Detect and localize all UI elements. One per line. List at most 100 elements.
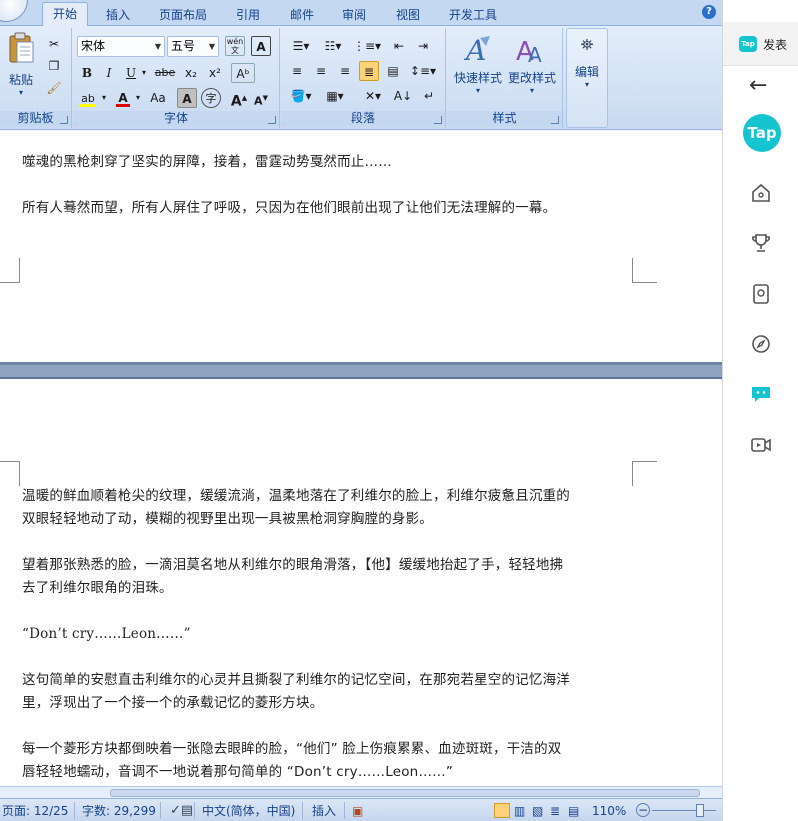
- bullets-icon[interactable]: ☰▾: [287, 36, 315, 56]
- decrease-indent-icon[interactable]: ⇤: [389, 36, 409, 56]
- strikethrough-button[interactable]: abe: [153, 63, 177, 83]
- page-separator: [0, 362, 722, 379]
- font-group: 宋体 ▼ 五号 ▼ wén 文 A B I U ▾ abe x₂ x² Aᵇ ab ▾…: [73, 28, 280, 128]
- align-left-icon[interactable]: ≡: [287, 61, 307, 81]
- change-styles-button[interactable]: A A 更改样式 ▾: [505, 34, 559, 104]
- video-icon[interactable]: [749, 433, 773, 457]
- trophy-icon[interactable]: [749, 231, 773, 255]
- print-layout-icon[interactable]: [494, 803, 510, 818]
- phonetic-guide-button[interactable]: wén 文: [225, 36, 245, 56]
- paragraph-line: 双眼轻轻地动了动，模糊的视野里出现一具被黑枪洞穿胸膛的身影。: [22, 511, 433, 527]
- tab-mailings[interactable]: 邮件: [280, 6, 324, 26]
- web-layout-icon[interactable]: ▧: [532, 803, 543, 819]
- dialog-launcher-icon[interactable]: [268, 116, 276, 124]
- align-right-icon[interactable]: ≡: [335, 61, 355, 81]
- help-icon[interactable]: ?: [702, 5, 716, 19]
- clipboard-icon: [9, 32, 34, 63]
- multilevel-list-icon[interactable]: ⋮≡▾: [353, 36, 381, 56]
- tab-insert[interactable]: 插入: [96, 6, 140, 26]
- taptap-tab[interactable]: Tap 发表: [723, 22, 798, 66]
- editing-group: ⛯ 编辑 ▾: [566, 28, 608, 128]
- format-painter-icon[interactable]: 🖌: [44, 78, 64, 98]
- chinese-layout-icon[interactable]: ✕▾: [359, 86, 387, 106]
- underline-button[interactable]: U: [121, 63, 141, 83]
- sort-icon[interactable]: A↓: [393, 86, 413, 106]
- distributed-icon[interactable]: ▤: [383, 61, 403, 81]
- chevron-down-icon: ▼: [208, 42, 215, 51]
- paste-button[interactable]: 粘贴 ▾: [4, 32, 38, 104]
- zoom-out-icon[interactable]: −: [636, 803, 650, 817]
- subscript-button[interactable]: x₂: [181, 63, 201, 83]
- language-indicator[interactable]: 中文(简体，中国): [202, 803, 295, 819]
- page-corner-mark: [0, 461, 20, 486]
- change-styles-icon: A A: [516, 37, 542, 67]
- line-spacing-icon[interactable]: ↕≡▾: [409, 61, 437, 81]
- document-area[interactable]: 噬魂的黑枪刺穿了坚实的屏障，接着，雷霆动势戛然而止…… 所有人蓦然而望，所有人屏…: [0, 131, 722, 786]
- office-button[interactable]: [0, 0, 28, 22]
- tab-view[interactable]: 视图: [386, 6, 430, 26]
- horizontal-scrollbar[interactable]: [0, 786, 722, 798]
- home-icon[interactable]: [749, 181, 773, 205]
- show-marks-icon[interactable]: ↵: [419, 86, 439, 106]
- reading-layout-icon[interactable]: ▥: [514, 803, 525, 819]
- editing-button[interactable]: ⛯ 编辑 ▾: [569, 35, 605, 105]
- proofing-icon[interactable]: ✓▤: [170, 803, 193, 819]
- borders-icon[interactable]: ▦▾: [321, 86, 349, 106]
- font-name-select[interactable]: 宋体 ▼: [77, 36, 165, 57]
- paragraph-group-label: 段落: [281, 111, 445, 126]
- insert-mode[interactable]: 插入: [312, 803, 336, 819]
- font-size-select[interactable]: 五号 ▼: [167, 36, 219, 57]
- align-center-icon[interactable]: ≡: [311, 61, 331, 81]
- tab-home[interactable]: 开始: [42, 2, 88, 27]
- chevron-down-icon[interactable]: ▾: [99, 88, 109, 108]
- zoom-level[interactable]: 110%: [592, 803, 626, 819]
- scrollbar-thumb[interactable]: [110, 789, 700, 797]
- numbering-icon[interactable]: ☷▾: [319, 36, 347, 56]
- bookmark-icon[interactable]: [749, 282, 773, 306]
- tab-references[interactable]: 引用: [226, 6, 270, 26]
- chevron-down-icon[interactable]: ▾: [133, 88, 143, 108]
- bold-button[interactable]: B: [77, 63, 97, 83]
- chat-icon[interactable]: [749, 382, 773, 406]
- zoom-slider-track[interactable]: [652, 810, 716, 811]
- shrink-font-button[interactable]: A▼: [251, 88, 271, 108]
- superscript-button[interactable]: x²: [205, 63, 225, 83]
- justify-icon[interactable]: ≣: [359, 61, 379, 81]
- shading-icon[interactable]: 🪣▾: [287, 86, 315, 106]
- draft-icon[interactable]: ▤: [568, 803, 579, 819]
- copy-icon[interactable]: ❐: [44, 56, 64, 76]
- back-arrow-icon[interactable]: ←: [749, 75, 773, 100]
- tab-page-layout[interactable]: 页面布局: [150, 6, 216, 26]
- compass-icon[interactable]: [749, 332, 773, 356]
- character-shading-button[interactable]: A: [177, 88, 197, 108]
- highlight-icon[interactable]: ab: [77, 88, 99, 108]
- change-case-button[interactable]: Aa: [145, 88, 171, 108]
- paragraph-line: “Don’t cry……Leon……”: [22, 626, 191, 642]
- quick-styles-button[interactable]: A 快速样式 ▾: [451, 34, 505, 104]
- cut-icon[interactable]: ✂: [44, 34, 64, 54]
- grow-font-button[interactable]: A▲: [229, 88, 249, 110]
- page-corner-mark: [632, 461, 657, 486]
- taptap-logo[interactable]: Tap: [743, 114, 781, 152]
- outline-icon[interactable]: ≣: [550, 803, 560, 819]
- page-count[interactable]: 页面: 12/25: [2, 803, 68, 819]
- dialog-launcher-icon[interactable]: [60, 116, 68, 124]
- macro-record-icon[interactable]: ▣: [352, 803, 363, 819]
- styles-group: A 快速样式 ▾ A A 更改样式 ▾ 样式: [447, 28, 563, 128]
- page-corner-mark: [632, 258, 657, 283]
- font-color-icon[interactable]: A: [113, 88, 133, 108]
- font-size-value: 五号: [171, 39, 196, 53]
- clear-formatting-icon[interactable]: Aᵇ: [231, 63, 255, 83]
- chevron-down-icon[interactable]: ▾: [139, 63, 149, 83]
- tab-review[interactable]: 审阅: [332, 6, 376, 26]
- italic-button[interactable]: I: [99, 63, 119, 83]
- increase-indent-icon[interactable]: ⇥: [413, 36, 433, 56]
- zoom-slider-thumb[interactable]: [696, 804, 704, 817]
- dialog-launcher-icon[interactable]: [551, 116, 559, 124]
- chevron-down-icon: ▼: [154, 42, 161, 51]
- tab-developer[interactable]: 开发工具: [440, 6, 506, 26]
- word-count[interactable]: 字数: 29,299: [82, 803, 156, 819]
- dialog-launcher-icon[interactable]: [434, 116, 442, 124]
- char-border-button[interactable]: A: [251, 36, 271, 56]
- enclose-characters-button[interactable]: 字: [201, 88, 221, 108]
